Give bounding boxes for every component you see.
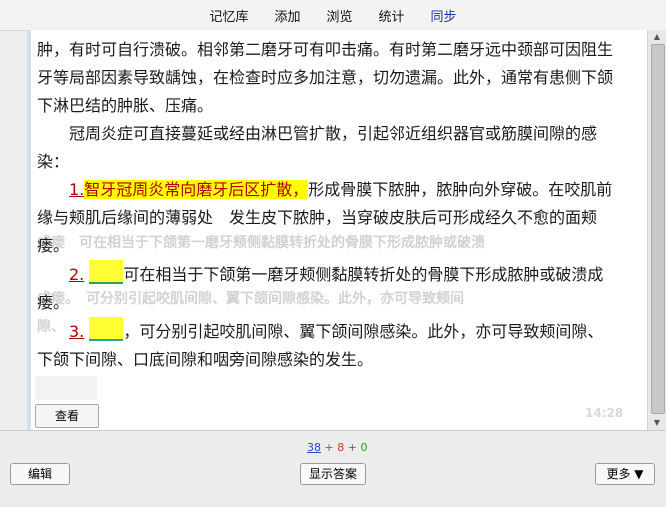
nav-stats[interactable]: 统计 [379, 6, 405, 25]
paragraph: 冠周炎症可直接蔓延或经由淋巴管扩散，引起邻近组织器官或筋膜间隙的感染： [37, 124, 598, 171]
card-content: 肿，有时可自行溃破。相邻第二磨牙可有叩击痛。有时第二磨牙远中颈部可因阻生牙等局部… [37, 36, 619, 374]
highlighted-term: 智牙 [84, 180, 117, 199]
scrollbar-thumb[interactable] [651, 44, 665, 414]
nav-sync[interactable]: 同步 [431, 6, 457, 25]
list-item: 3. ，可分别引起咬肌间隙、翼下颌间隙感染。此外，亦可导致颊间隙、 下颌下间隙、… [37, 317, 619, 374]
more-button[interactable]: 更多 ▼ [595, 463, 655, 485]
cloze-blank[interactable] [89, 260, 124, 284]
due-counts: 38 + 8 + 0 [307, 441, 367, 454]
highlighted-phrase: 冠周炎常向磨牙后区扩散， [116, 180, 309, 199]
nav-deck-library[interactable]: 记忆库 [209, 6, 248, 25]
item-text: ，可分别引起咬肌间隙、翼下颌间隙感染。此外，亦可导致颊间隙、 下颌下间隙、口底间… [37, 322, 612, 369]
item-number: 3. [69, 322, 85, 341]
new-count[interactable]: 38 [307, 441, 321, 454]
paragraph: 肿，有时可自行溃破。相邻第二磨牙可有叩击痛。有时第二磨牙远中颈部可因阻生牙等局部… [37, 40, 614, 115]
vertical-scrollbar[interactable]: ▲ ▼ [647, 30, 666, 430]
item-number: 2. [69, 265, 85, 284]
count-separator: + [347, 441, 357, 454]
learning-count: 8 [337, 441, 345, 454]
edit-button[interactable]: 编辑 [10, 463, 70, 485]
count-separator: + [324, 441, 334, 454]
list-item: 1.智牙冠周炎常向磨牙后区扩散，形成骨膜下脓肿，脓肿向外穿破。在咬肌前缘与颊肌后… [37, 176, 619, 260]
cloze-blank[interactable] [89, 317, 124, 341]
show-answer-button[interactable]: 显示答案 [300, 463, 366, 485]
scroll-down-icon[interactable]: ▼ [648, 416, 666, 430]
bottom-bar: 38 + 8 + 0 编辑 显示答案 更多 ▼ [0, 430, 666, 507]
timer: 14:28 [585, 406, 624, 420]
top-navigation: 记忆库 添加 浏览 统计 同步 [0, 0, 666, 31]
input-placeholder [35, 376, 97, 400]
item-number: 1. [69, 180, 85, 199]
list-item: 2. 可在相当于下颌第一磨牙颊侧黏膜转折处的骨膜下形成脓肿或破溃成瘘。 [37, 260, 619, 317]
view-button[interactable]: 查看 [35, 404, 99, 428]
scroll-up-icon[interactable]: ▲ [648, 30, 666, 44]
nav-add[interactable]: 添加 [274, 6, 300, 25]
review-card: 成瘘 可在相当于下颌第一磨牙颊侧黏膜转折处的骨膜下形成脓肿或破溃 成瘘。 可分别… [27, 30, 651, 430]
nav-browse[interactable]: 浏览 [326, 6, 352, 25]
review-count: 0 [360, 441, 368, 454]
